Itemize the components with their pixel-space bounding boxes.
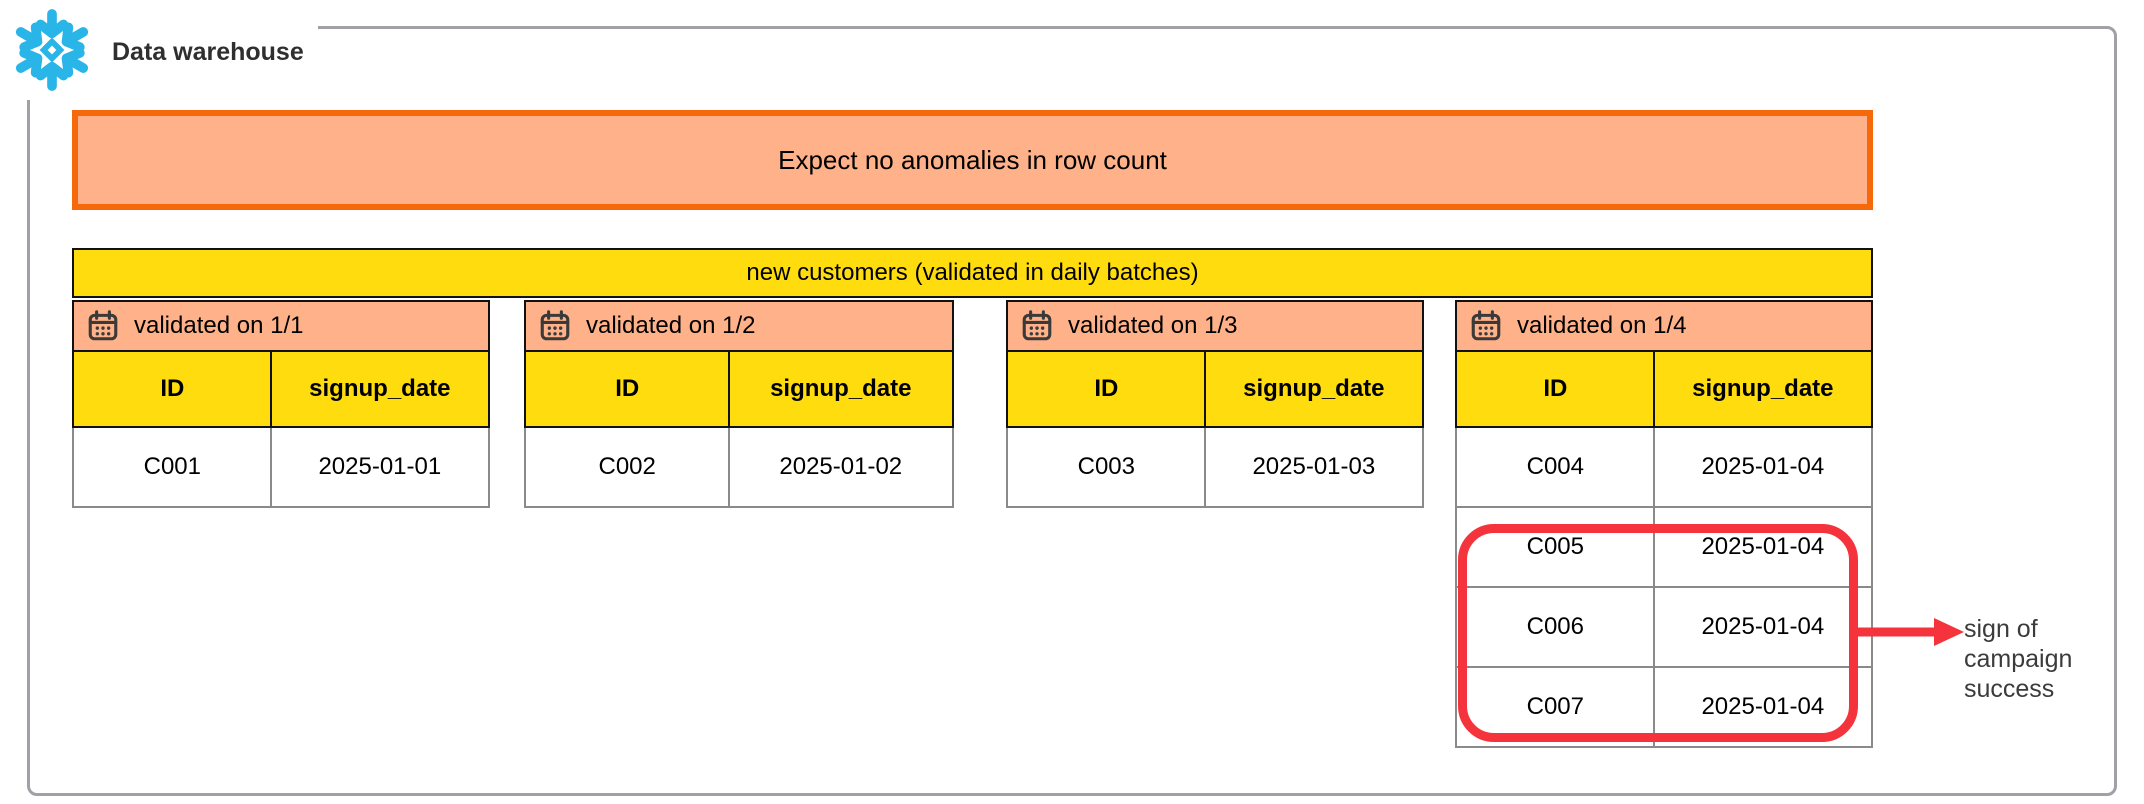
cell-id: C004 [1455, 428, 1656, 508]
cell-id: C003 [1006, 428, 1207, 508]
batch-table-1-3: validated on 1/3 ID signup_date C003 202… [1006, 300, 1424, 508]
annotation-line: campaign [1964, 644, 2072, 674]
cell-id: C002 [524, 428, 730, 508]
column-header-signup-date: signup_date [728, 350, 954, 428]
batch-table-1-2: validated on 1/2 ID signup_date C002 202… [524, 300, 954, 508]
table-row: C004 2025-01-04 [1455, 428, 1873, 508]
calendar-icon [1469, 309, 1503, 343]
cell-signup-date: 2025-01-02 [728, 428, 954, 508]
expectation-banner: Expect no anomalies in row count [72, 110, 1873, 210]
column-header-id: ID [1455, 350, 1656, 428]
column-header-row: ID signup_date [1006, 350, 1424, 428]
table-row: C001 2025-01-01 [72, 428, 490, 508]
cell-signup-date: 2025-01-03 [1204, 428, 1423, 508]
annotation-text: sign of campaign success [1964, 614, 2072, 704]
calendar-icon [86, 309, 120, 343]
batch-table-1-1: validated on 1/1 ID signup_date C001 202… [72, 300, 490, 508]
batch-label: validated on 1/3 [1068, 312, 1237, 340]
table-row: C003 2025-01-03 [1006, 428, 1424, 508]
annotation-line: success [1964, 674, 2072, 704]
batch-label: validated on 1/4 [1517, 312, 1686, 340]
column-header-id: ID [72, 350, 273, 428]
group-header-text: new customers (validated in daily batche… [746, 259, 1198, 287]
column-header-row: ID signup_date [524, 350, 954, 428]
group-header: new customers (validated in daily batche… [72, 248, 1873, 298]
calendar-icon [1020, 309, 1054, 343]
column-header-signup-date: signup_date [270, 350, 489, 428]
column-header-id: ID [524, 350, 730, 428]
highlight-outline [1458, 524, 1858, 742]
batch-header-1-1: validated on 1/1 [72, 300, 490, 352]
batch-header-1-3: validated on 1/3 [1006, 300, 1424, 352]
column-header-row: ID signup_date [1455, 350, 1873, 428]
batch-label: validated on 1/2 [586, 312, 755, 340]
page-title: Data warehouse [112, 38, 304, 67]
table-row: C002 2025-01-02 [524, 428, 954, 508]
brand-header: Data warehouse [6, 4, 318, 100]
annotation-arrow-icon [1856, 612, 1968, 652]
batch-header-1-4: validated on 1/4 [1455, 300, 1873, 352]
calendar-icon [538, 309, 572, 343]
column-header-row: ID signup_date [72, 350, 490, 428]
cell-signup-date: 2025-01-04 [1653, 428, 1872, 508]
column-header-signup-date: signup_date [1653, 350, 1872, 428]
batch-header-1-2: validated on 1/2 [524, 300, 954, 352]
diagram-canvas: Data warehouse Expect no anomalies in ro… [0, 0, 2144, 804]
column-header-signup-date: signup_date [1204, 350, 1423, 428]
expectation-banner-text: Expect no anomalies in row count [778, 145, 1167, 176]
cell-signup-date: 2025-01-01 [270, 428, 489, 508]
batch-label: validated on 1/1 [134, 312, 303, 340]
snowflake-icon [8, 6, 96, 99]
annotation-line: sign of [1964, 614, 2072, 644]
column-header-id: ID [1006, 350, 1207, 428]
cell-id: C001 [72, 428, 273, 508]
